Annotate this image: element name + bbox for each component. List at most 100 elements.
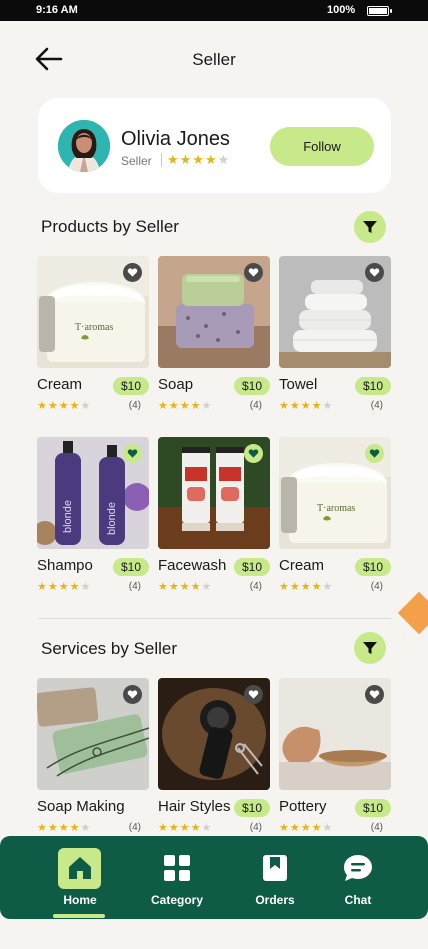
service-image: [279, 678, 391, 790]
heart-icon: [248, 690, 259, 699]
service-card[interactable]: Hair Styles $10 ★★★★★ (4): [158, 678, 270, 834]
heart-icon: [127, 449, 138, 458]
product-name: Shampo: [37, 557, 93, 574]
seller-card: Olivia Jones Seller ★★★★★ Follow: [38, 98, 391, 193]
bookmark-icon: [263, 855, 287, 881]
favorite-button[interactable]: [365, 444, 384, 463]
heart-icon: [127, 690, 138, 699]
rating-stars: ★★★★★: [158, 822, 213, 834]
review-count: (4): [370, 581, 383, 592]
favorite-button[interactable]: [123, 685, 142, 704]
price-badge: $10: [233, 799, 270, 817]
price-badge: $10: [354, 377, 391, 395]
home-icon: [69, 857, 91, 879]
product-image: [279, 256, 391, 368]
service-name: Soap Making: [37, 798, 125, 815]
nav-label: Orders: [255, 893, 295, 907]
review-count: (4): [249, 581, 262, 592]
filter-icon: [363, 221, 377, 233]
service-image: [158, 678, 270, 790]
price-badge: $10: [354, 558, 391, 576]
heart-icon: [369, 690, 380, 699]
chat-icon: [344, 855, 372, 881]
seller-name: Olivia Jones: [121, 128, 230, 150]
product-image: [158, 437, 270, 549]
product-image: [158, 256, 270, 368]
favorite-button[interactable]: [244, 444, 263, 463]
divider: [161, 153, 162, 167]
product-image: T·aromas: [279, 437, 391, 549]
product-name: Cream: [37, 376, 83, 393]
product-card[interactable]: blonde blonde Shampo $10 ★★★★★ (4): [37, 437, 149, 593]
svg-text:blonde: blonde: [62, 500, 74, 533]
favorite-button[interactable]: [123, 444, 142, 463]
price-badge: $10: [233, 558, 270, 576]
filter-icon: [363, 642, 377, 654]
product-name: Facewash: [158, 557, 227, 574]
rating-stars: ★★★★★: [279, 400, 334, 412]
heart-icon: [248, 449, 259, 458]
services-filter-button[interactable]: [354, 632, 386, 664]
side-handle[interactable]: [397, 591, 428, 635]
nav-chat[interactable]: Chat: [318, 836, 398, 919]
nav-home[interactable]: Home: [40, 836, 120, 919]
status-time: 9:16 AM: [36, 4, 78, 16]
review-count: (4): [128, 822, 141, 833]
follow-button[interactable]: Follow: [270, 127, 374, 166]
battery-icon: [367, 6, 392, 16]
avatar: [58, 120, 110, 172]
service-card[interactable]: Soap Making ★★★★★ (4): [37, 678, 149, 834]
product-card[interactable]: T·aromas Cream $10 ★★★★★ (4): [279, 437, 391, 593]
favorite-button[interactable]: [244, 685, 263, 704]
product-name: Cream: [279, 557, 325, 574]
price-badge: $10: [112, 377, 149, 395]
price-badge: $10: [354, 799, 391, 817]
favorite-button[interactable]: [123, 263, 142, 282]
products-filter-button[interactable]: [354, 211, 386, 243]
heart-icon: [248, 268, 259, 277]
rating-stars: ★★★★★: [279, 581, 334, 593]
grid-icon: [164, 855, 190, 881]
divider: [38, 618, 391, 619]
rating-stars: ★★★★★: [37, 581, 92, 593]
rating-stars: ★★★★★: [37, 822, 92, 834]
nav-orders[interactable]: Orders: [235, 836, 315, 919]
services-section-title: Services by Seller: [41, 639, 178, 658]
active-underline: [53, 914, 105, 918]
favorite-button[interactable]: [365, 685, 384, 704]
review-count: (4): [128, 581, 141, 592]
svg-text:blonde: blonde: [106, 502, 118, 535]
service-name: Pottery: [279, 798, 327, 815]
product-card[interactable]: Facewash $10 ★★★★★ (4): [158, 437, 270, 593]
review-count: (4): [370, 822, 383, 833]
favorite-button[interactable]: [365, 263, 384, 282]
product-name: Towel: [279, 376, 318, 393]
bottom-nav: Home Category Orders Chat: [0, 836, 428, 919]
heart-icon: [127, 268, 138, 277]
product-image: blonde blonde: [37, 437, 149, 549]
seller-role: Seller: [121, 154, 152, 168]
product-card[interactable]: Soap $10 ★★★★★ (4): [158, 256, 270, 412]
review-count: (4): [128, 400, 141, 411]
rating-stars: ★★★★★: [37, 400, 92, 412]
price-badge: $10: [112, 558, 149, 576]
battery-percent: 100%: [327, 4, 356, 16]
product-card[interactable]: Towel $10 ★★★★★ (4): [279, 256, 391, 412]
heart-icon: [369, 268, 380, 277]
service-card[interactable]: Pottery $10 ★★★★★ (4): [279, 678, 391, 834]
product-card[interactable]: T·aromas Cream $10 ★★★★★ (4): [37, 256, 149, 412]
service-name: Hair Styles: [158, 798, 231, 815]
nav-label: Category: [150, 893, 203, 907]
nav-label: Chat: [344, 893, 372, 907]
product-image: T·aromas: [37, 256, 149, 368]
nav-category[interactable]: Category: [137, 836, 217, 919]
rating-stars: ★★★★★: [279, 822, 334, 834]
review-count: (4): [249, 400, 262, 411]
price-badge: $10: [233, 377, 270, 395]
status-bar: 9:16 AM 100%: [0, 0, 428, 21]
page-title: Seller: [192, 50, 236, 69]
service-image: [37, 678, 149, 790]
favorite-button[interactable]: [244, 263, 263, 282]
heart-icon: [369, 449, 380, 458]
review-count: (4): [370, 400, 383, 411]
